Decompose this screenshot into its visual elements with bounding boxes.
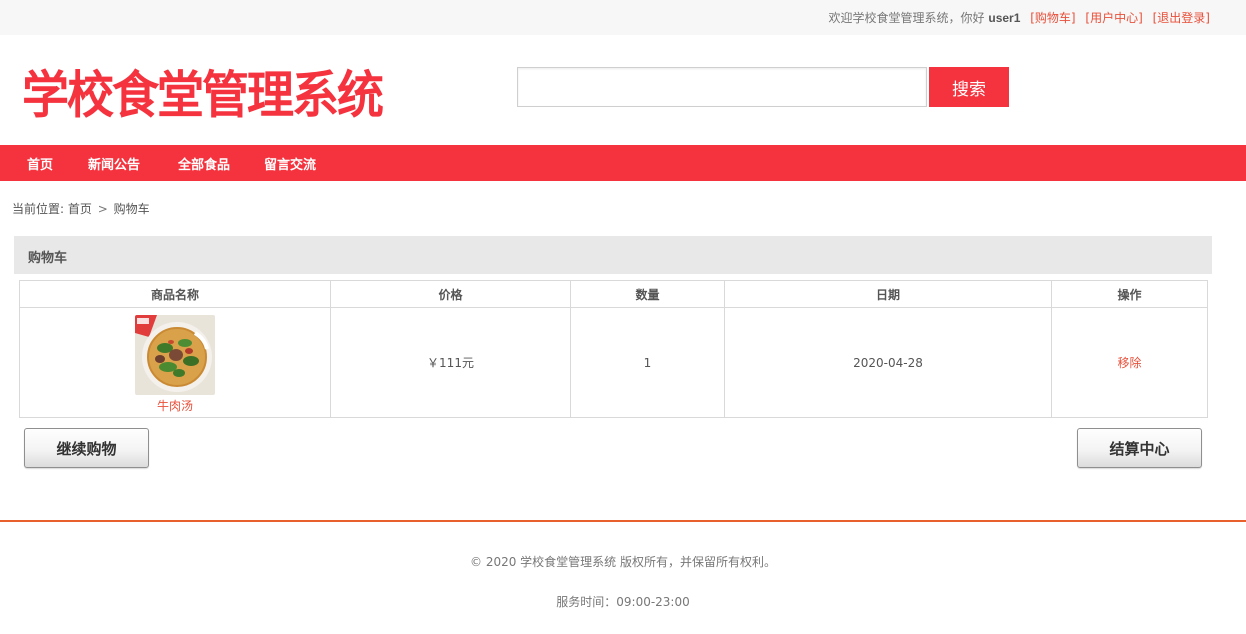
breadcrumb-separator: > <box>97 202 108 216</box>
table-row: 牛肉汤 ￥111元 1 2020-04-28 移除 <box>19 307 1208 418</box>
beef-soup-photo[interactable] <box>135 315 215 395</box>
column-header-action: 操作 <box>1051 280 1208 308</box>
breadcrumb-home-link[interactable]: 首页 <box>68 202 92 216</box>
breadcrumb: 当前位置: 首页 > 购物车 <box>12 200 150 217</box>
breadcrumb-current: 购物车 <box>113 202 150 216</box>
cart-section-title: 购物车 <box>28 251 68 266</box>
goods-cell: 牛肉汤 <box>19 307 331 418</box>
checkout-button[interactable]: 结算中心 <box>1077 428 1202 468</box>
logout-link[interactable]: [退出登录] <box>1153 11 1210 25</box>
column-header-quantity: 数量 <box>570 280 725 308</box>
cart-table: 商品名称 价格 数量 日期 操作 牛肉汤 ￥111元 1 2020-04-28 … <box>19 280 1208 418</box>
nav-item-messages[interactable]: 留言交流 <box>264 154 316 173</box>
action-cell: 移除 <box>1051 307 1208 418</box>
search-input[interactable] <box>517 67 927 107</box>
column-header-name: 商品名称 <box>19 280 331 308</box>
user-center-link[interactable]: [用户中心] <box>1085 11 1142 25</box>
nav-item-news[interactable]: 新闻公告 <box>88 154 140 173</box>
nav-item-all-food[interactable]: 全部食品 <box>178 154 230 173</box>
remove-button[interactable]: 移除 <box>1117 356 1141 370</box>
username-label: user1 <box>988 11 1021 25</box>
nav-item-home[interactable]: 首页 <box>27 154 53 173</box>
top-bar: 欢迎学校食堂管理系统，你好 user1 [购物车] [用户中心] [退出登录] <box>0 0 1246 35</box>
cart-section-header: 购物车 <box>14 236 1212 274</box>
welcome-text: 欢迎学校食堂管理系统，你好 <box>828 11 985 25</box>
footer-divider <box>0 520 1246 522</box>
date-cell: 2020-04-28 <box>724 307 1052 418</box>
user-welcome-area: 欢迎学校食堂管理系统，你好 user1 [购物车] [用户中心] [退出登录] <box>829 9 1210 26</box>
breadcrumb-prefix: 当前位置: <box>12 202 65 216</box>
column-header-date: 日期 <box>724 280 1052 308</box>
cart-link[interactable]: [购物车] <box>1030 11 1075 25</box>
goods-name-link[interactable]: 牛肉汤 <box>157 397 193 414</box>
site-logo[interactable]: 学校食堂管理系统 <box>22 53 384 128</box>
cart-table-header-row: 商品名称 价格 数量 日期 操作 <box>19 280 1208 308</box>
search-button[interactable]: 搜索 <box>929 67 1009 107</box>
footer-service-time: 服务时间：09:00-23:00 <box>556 595 690 609</box>
quantity-cell: 1 <box>570 307 725 418</box>
site-header: 学校食堂管理系统 搜索 <box>0 35 1246 145</box>
footer-copyright: © 2020 学校食堂管理系统 版权所有，并保留所有权利。 <box>470 555 776 569</box>
column-header-price: 价格 <box>330 280 571 308</box>
price-cell: ￥111元 <box>330 307 571 418</box>
main-nav: 首页 新闻公告 全部食品 留言交流 <box>0 145 1246 181</box>
continue-shopping-button[interactable]: 继续购物 <box>24 428 149 468</box>
